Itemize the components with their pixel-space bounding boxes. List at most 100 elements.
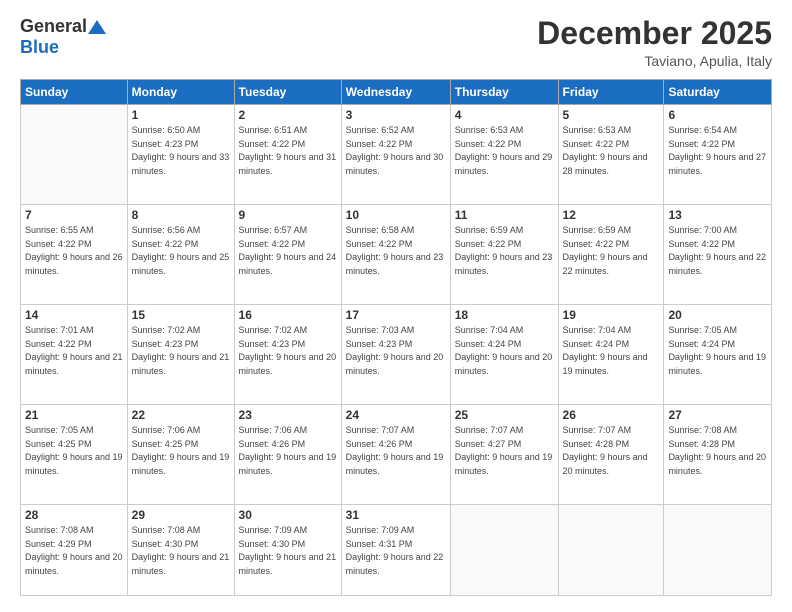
day-number: 2 xyxy=(239,108,337,122)
day-info: Sunrise: 7:01 AMSunset: 4:22 PMDaylight:… xyxy=(25,325,123,376)
day-number: 5 xyxy=(563,108,660,122)
day-number: 3 xyxy=(346,108,446,122)
month-title: December 2025 xyxy=(537,16,772,51)
day-number: 26 xyxy=(563,408,660,422)
day-number: 25 xyxy=(455,408,554,422)
table-row: 6 Sunrise: 6:54 AMSunset: 4:22 PMDayligh… xyxy=(664,105,772,205)
day-number: 19 xyxy=(563,308,660,322)
table-row: 31 Sunrise: 7:09 AMSunset: 4:31 PMDaylig… xyxy=(341,505,450,596)
table-row: 8 Sunrise: 6:56 AMSunset: 4:22 PMDayligh… xyxy=(127,205,234,305)
day-info: Sunrise: 7:08 AMSunset: 4:28 PMDaylight:… xyxy=(668,425,766,476)
day-number: 27 xyxy=(668,408,767,422)
day-number: 7 xyxy=(25,208,123,222)
day-info: Sunrise: 7:05 AMSunset: 4:24 PMDaylight:… xyxy=(668,325,766,376)
table-row: 3 Sunrise: 6:52 AMSunset: 4:22 PMDayligh… xyxy=(341,105,450,205)
day-number: 18 xyxy=(455,308,554,322)
day-info: Sunrise: 7:09 AMSunset: 4:30 PMDaylight:… xyxy=(239,525,337,576)
header: General Blue December 2025 Taviano, Apul… xyxy=(20,16,772,69)
day-number: 30 xyxy=(239,508,337,522)
table-row xyxy=(558,505,664,596)
day-info: Sunrise: 7:07 AMSunset: 4:26 PMDaylight:… xyxy=(346,425,444,476)
day-info: Sunrise: 6:59 AMSunset: 4:22 PMDaylight:… xyxy=(455,225,553,276)
day-number: 9 xyxy=(239,208,337,222)
table-row xyxy=(664,505,772,596)
table-row: 18 Sunrise: 7:04 AMSunset: 4:24 PMDaylig… xyxy=(450,305,558,405)
day-number: 6 xyxy=(668,108,767,122)
day-number: 22 xyxy=(132,408,230,422)
logo-general-text: General xyxy=(20,16,87,37)
table-row xyxy=(450,505,558,596)
table-row: 5 Sunrise: 6:53 AMSunset: 4:22 PMDayligh… xyxy=(558,105,664,205)
table-row: 1 Sunrise: 6:50 AMSunset: 4:23 PMDayligh… xyxy=(127,105,234,205)
table-row: 17 Sunrise: 7:03 AMSunset: 4:23 PMDaylig… xyxy=(341,305,450,405)
day-number: 8 xyxy=(132,208,230,222)
table-row: 29 Sunrise: 7:08 AMSunset: 4:30 PMDaylig… xyxy=(127,505,234,596)
table-row: 15 Sunrise: 7:02 AMSunset: 4:23 PMDaylig… xyxy=(127,305,234,405)
day-number: 14 xyxy=(25,308,123,322)
day-number: 24 xyxy=(346,408,446,422)
day-info: Sunrise: 6:55 AMSunset: 4:22 PMDaylight:… xyxy=(25,225,123,276)
table-row: 7 Sunrise: 6:55 AMSunset: 4:22 PMDayligh… xyxy=(21,205,128,305)
day-info: Sunrise: 6:56 AMSunset: 4:22 PMDaylight:… xyxy=(132,225,230,276)
day-info: Sunrise: 6:50 AMSunset: 4:23 PMDaylight:… xyxy=(132,125,230,176)
table-row: 14 Sunrise: 7:01 AMSunset: 4:22 PMDaylig… xyxy=(21,305,128,405)
table-row: 23 Sunrise: 7:06 AMSunset: 4:26 PMDaylig… xyxy=(234,405,341,505)
header-wednesday: Wednesday xyxy=(341,80,450,105)
table-row: 30 Sunrise: 7:09 AMSunset: 4:30 PMDaylig… xyxy=(234,505,341,596)
day-number: 23 xyxy=(239,408,337,422)
header-friday: Friday xyxy=(558,80,664,105)
calendar-table: Sunday Monday Tuesday Wednesday Thursday… xyxy=(20,79,772,596)
day-info: Sunrise: 7:04 AMSunset: 4:24 PMDaylight:… xyxy=(455,325,553,376)
table-row: 21 Sunrise: 7:05 AMSunset: 4:25 PMDaylig… xyxy=(21,405,128,505)
day-number: 10 xyxy=(346,208,446,222)
table-row: 11 Sunrise: 6:59 AMSunset: 4:22 PMDaylig… xyxy=(450,205,558,305)
day-info: Sunrise: 6:51 AMSunset: 4:22 PMDaylight:… xyxy=(239,125,337,176)
table-row: 28 Sunrise: 7:08 AMSunset: 4:29 PMDaylig… xyxy=(21,505,128,596)
day-number: 28 xyxy=(25,508,123,522)
table-row: 4 Sunrise: 6:53 AMSunset: 4:22 PMDayligh… xyxy=(450,105,558,205)
day-info: Sunrise: 7:06 AMSunset: 4:25 PMDaylight:… xyxy=(132,425,230,476)
day-number: 17 xyxy=(346,308,446,322)
header-monday: Monday xyxy=(127,80,234,105)
table-row: 25 Sunrise: 7:07 AMSunset: 4:27 PMDaylig… xyxy=(450,405,558,505)
day-number: 21 xyxy=(25,408,123,422)
logo: General Blue xyxy=(20,16,107,58)
day-number: 11 xyxy=(455,208,554,222)
day-info: Sunrise: 7:07 AMSunset: 4:27 PMDaylight:… xyxy=(455,425,553,476)
day-number: 13 xyxy=(668,208,767,222)
day-number: 16 xyxy=(239,308,337,322)
logo-blue-text: Blue xyxy=(20,37,59,58)
day-number: 12 xyxy=(563,208,660,222)
day-number: 15 xyxy=(132,308,230,322)
day-info: Sunrise: 7:06 AMSunset: 4:26 PMDaylight:… xyxy=(239,425,337,476)
day-number: 4 xyxy=(455,108,554,122)
day-info: Sunrise: 7:03 AMSunset: 4:23 PMDaylight:… xyxy=(346,325,444,376)
day-number: 31 xyxy=(346,508,446,522)
header-thursday: Thursday xyxy=(450,80,558,105)
table-row: 2 Sunrise: 6:51 AMSunset: 4:22 PMDayligh… xyxy=(234,105,341,205)
table-row: 22 Sunrise: 7:06 AMSunset: 4:25 PMDaylig… xyxy=(127,405,234,505)
location-subtitle: Taviano, Apulia, Italy xyxy=(537,53,772,69)
header-saturday: Saturday xyxy=(664,80,772,105)
header-sunday: Sunday xyxy=(21,80,128,105)
day-info: Sunrise: 7:07 AMSunset: 4:28 PMDaylight:… xyxy=(563,425,648,476)
day-info: Sunrise: 6:54 AMSunset: 4:22 PMDaylight:… xyxy=(668,125,766,176)
table-row: 10 Sunrise: 6:58 AMSunset: 4:22 PMDaylig… xyxy=(341,205,450,305)
day-info: Sunrise: 7:02 AMSunset: 4:23 PMDaylight:… xyxy=(239,325,337,376)
table-row xyxy=(21,105,128,205)
day-info: Sunrise: 6:52 AMSunset: 4:22 PMDaylight:… xyxy=(346,125,444,176)
header-tuesday: Tuesday xyxy=(234,80,341,105)
day-info: Sunrise: 7:00 AMSunset: 4:22 PMDaylight:… xyxy=(668,225,766,276)
table-row: 16 Sunrise: 7:02 AMSunset: 4:23 PMDaylig… xyxy=(234,305,341,405)
day-info: Sunrise: 6:58 AMSunset: 4:22 PMDaylight:… xyxy=(346,225,444,276)
day-info: Sunrise: 7:09 AMSunset: 4:31 PMDaylight:… xyxy=(346,525,444,576)
day-info: Sunrise: 6:59 AMSunset: 4:22 PMDaylight:… xyxy=(563,225,648,276)
day-info: Sunrise: 7:08 AMSunset: 4:30 PMDaylight:… xyxy=(132,525,230,576)
day-info: Sunrise: 7:08 AMSunset: 4:29 PMDaylight:… xyxy=(25,525,123,576)
table-row: 19 Sunrise: 7:04 AMSunset: 4:24 PMDaylig… xyxy=(558,305,664,405)
table-row: 26 Sunrise: 7:07 AMSunset: 4:28 PMDaylig… xyxy=(558,405,664,505)
weekday-header-row: Sunday Monday Tuesday Wednesday Thursday… xyxy=(21,80,772,105)
day-info: Sunrise: 6:53 AMSunset: 4:22 PMDaylight:… xyxy=(455,125,553,176)
day-info: Sunrise: 7:05 AMSunset: 4:25 PMDaylight:… xyxy=(25,425,123,476)
day-info: Sunrise: 7:02 AMSunset: 4:23 PMDaylight:… xyxy=(132,325,230,376)
